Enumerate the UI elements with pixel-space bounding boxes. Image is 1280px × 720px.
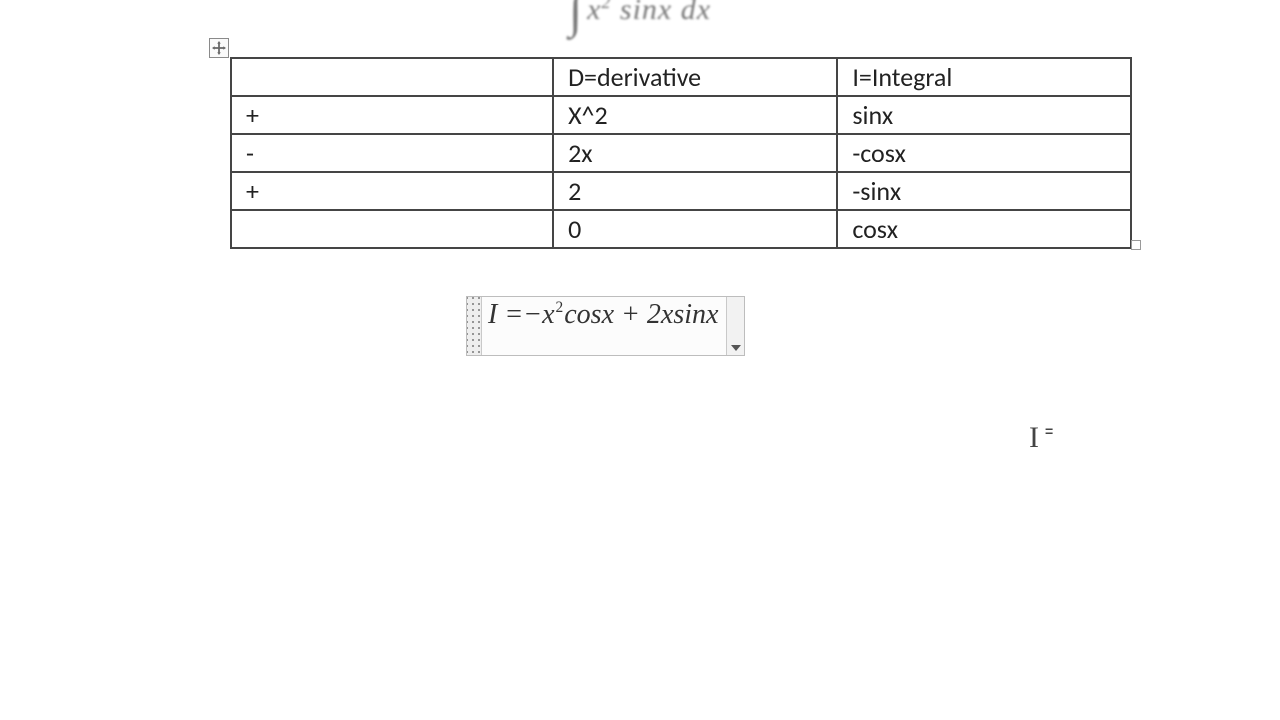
header-sign [231, 58, 553, 96]
header-integral: I=Integral [837, 58, 1131, 96]
cell-sign[interactable]: - [231, 134, 553, 172]
header-derivative: D=derivative [553, 58, 837, 96]
table-row[interactable]: + X^2 sinx [231, 96, 1131, 134]
move-icon [212, 41, 226, 55]
equation-options-button[interactable] [726, 297, 744, 355]
table-resize-handle[interactable] [1131, 240, 1141, 250]
cell-i[interactable]: -sinx [837, 172, 1131, 210]
text-cursor: I = [1029, 421, 1052, 455]
equation-editor[interactable]: I = −x2cosx + 2xsinx [466, 296, 745, 356]
di-table[interactable]: D=derivative I=Integral + X^2 sinx - 2x … [230, 57, 1132, 249]
equation-drag-handle[interactable] [467, 297, 482, 355]
table-move-handle[interactable] [209, 38, 229, 58]
cell-d[interactable]: X^2 [553, 96, 837, 134]
table-header-row: D=derivative I=Integral [231, 58, 1131, 96]
cell-d[interactable]: 2x [553, 134, 837, 172]
table-row[interactable]: - 2x -cosx [231, 134, 1131, 172]
cell-sign[interactable]: + [231, 96, 553, 134]
cell-d[interactable]: 0 [553, 210, 837, 248]
chevron-down-icon [731, 345, 741, 351]
cell-sign[interactable]: + [231, 172, 553, 210]
cell-sign[interactable] [231, 210, 553, 248]
equation-content[interactable]: I = −x2cosx + 2xsinx [482, 297, 726, 355]
table-row[interactable]: 0 cosx [231, 210, 1131, 248]
integral-expression: ∫x2 sinx dx [0, 0, 1280, 27]
cell-i[interactable]: -cosx [837, 134, 1131, 172]
cell-i[interactable]: cosx [837, 210, 1131, 248]
cell-d[interactable]: 2 [553, 172, 837, 210]
table-row[interactable]: + 2 -sinx [231, 172, 1131, 210]
cell-i[interactable]: sinx [837, 96, 1131, 134]
